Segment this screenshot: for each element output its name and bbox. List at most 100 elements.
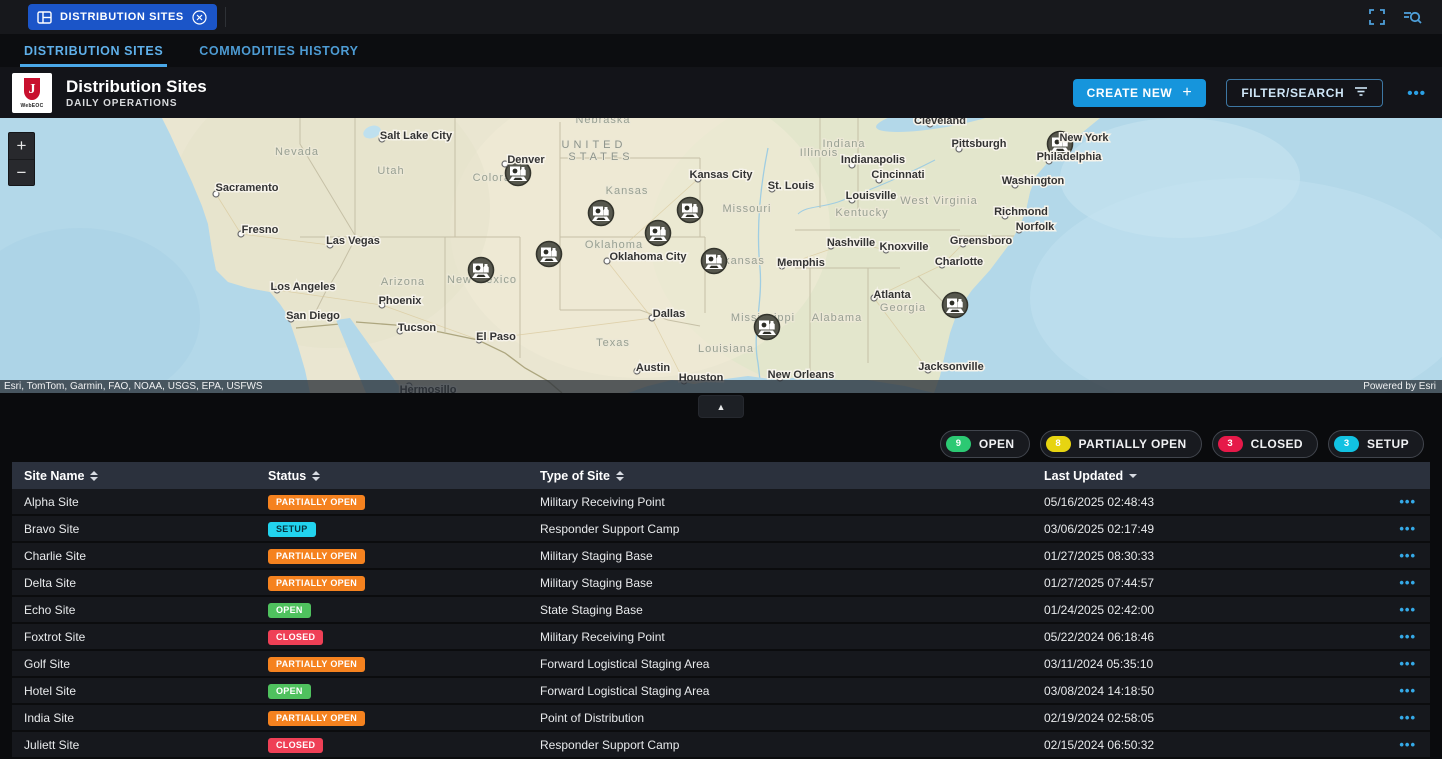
state-label: Nevada xyxy=(275,146,319,158)
last-updated-cell: 05/22/2024 06:18:46 xyxy=(1032,630,1382,644)
legend-count-badge: 3 xyxy=(1218,436,1243,452)
map-collapse-strip: ▲ xyxy=(0,393,1442,425)
search-list-icon[interactable] xyxy=(1403,9,1422,25)
status-badge: SETUP xyxy=(268,522,316,537)
table-row: Hotel SiteOPENForward Logistical Staging… xyxy=(12,678,1430,705)
page-subtitle: DAILY OPERATIONS xyxy=(66,98,207,109)
site-type-cell: Forward Logistical Staging Area xyxy=(528,684,1032,698)
row-actions-button[interactable]: ••• xyxy=(1382,494,1430,509)
column-header-last-updated[interactable]: Last Updated xyxy=(1032,469,1382,483)
city-label: Los Angeles xyxy=(271,281,336,293)
row-actions-button[interactable]: ••• xyxy=(1382,710,1430,725)
legend-label: CLOSED xyxy=(1251,437,1303,451)
more-options-button[interactable]: ••• xyxy=(1407,85,1426,102)
state-label: Nebraska xyxy=(575,118,630,126)
status-badge: OPEN xyxy=(268,603,311,618)
site-marker-icon[interactable] xyxy=(943,293,968,318)
site-type-cell: Military Staging Base xyxy=(528,549,1032,563)
fullscreen-icon[interactable] xyxy=(1369,9,1385,25)
sort-icon xyxy=(312,471,320,481)
city-label: San Diego xyxy=(286,310,340,322)
collapse-map-button[interactable]: ▲ xyxy=(698,395,744,418)
city-label: El Paso xyxy=(476,331,516,343)
legend-count-badge: 3 xyxy=(1334,436,1359,452)
city-label: Tucson xyxy=(398,322,437,334)
legend-pill-open[interactable]: 9OPEN xyxy=(940,430,1030,458)
legend-count-badge: 9 xyxy=(946,436,971,452)
city-label: Oklahoma City xyxy=(609,251,687,263)
board-header: J WebEOC Distribution Sites DAILY OPERAT… xyxy=(0,68,1442,118)
state-label: Utah xyxy=(377,165,404,177)
city-label: Fresno xyxy=(242,224,279,236)
city-label: Norfolk xyxy=(1016,221,1055,233)
state-label: Alabama xyxy=(812,312,862,324)
column-label: Site Name xyxy=(24,469,84,483)
tab-distribution-sites[interactable]: DISTRIBUTION SITES xyxy=(24,34,163,67)
site-marker-icon[interactable] xyxy=(469,258,494,283)
svg-text:J: J xyxy=(29,82,36,97)
site-marker-icon[interactable] xyxy=(755,315,780,340)
site-name-cell: Bravo Site xyxy=(12,522,256,536)
row-actions-button[interactable]: ••• xyxy=(1382,737,1430,752)
city-label: Sacramento xyxy=(216,182,279,194)
table-row: Echo SiteOPENState Staging Base01/24/202… xyxy=(12,597,1430,624)
sort-icon xyxy=(616,471,624,481)
city-label: St. Louis xyxy=(768,180,814,192)
city-label: Kansas City xyxy=(690,169,754,181)
row-actions-button[interactable]: ••• xyxy=(1382,629,1430,644)
site-name-cell: Foxtrot Site xyxy=(12,630,256,644)
site-marker-icon[interactable] xyxy=(702,249,727,274)
board-chip-distribution-sites[interactable]: DISTRIBUTION SITES xyxy=(28,4,217,30)
filter-search-button[interactable]: FILTER/SEARCH xyxy=(1226,79,1383,107)
last-updated-cell: 03/11/2024 05:35:10 xyxy=(1032,657,1382,671)
site-marker-icon[interactable] xyxy=(646,221,671,246)
site-marker-icon[interactable] xyxy=(678,198,703,223)
sites-table: Site NameStatusType of SiteLast Updated … xyxy=(12,462,1430,759)
site-name-cell: Golf Site xyxy=(12,657,256,671)
state-label: Arizona xyxy=(381,276,425,288)
city-label: Pittsburgh xyxy=(952,138,1007,150)
site-name-cell: India Site xyxy=(12,711,256,725)
table-row: Alpha SitePARTIALLY OPENMilitary Receivi… xyxy=(12,489,1430,516)
map-panel[interactable]: NevadaUtahColoradoNebraskaKansasMissouri… xyxy=(0,118,1442,393)
city-label: Philadelphia xyxy=(1037,151,1103,163)
logo-text: WebEOC xyxy=(20,103,43,109)
row-actions-button[interactable]: ••• xyxy=(1382,575,1430,590)
state-label: Indiana xyxy=(822,138,865,150)
row-actions-button[interactable]: ••• xyxy=(1382,602,1430,617)
panel-layout-icon xyxy=(37,11,52,24)
table-row: Golf SitePARTIALLY OPENForward Logistica… xyxy=(12,651,1430,678)
state-label: Missouri xyxy=(723,203,772,215)
state-label: Kentucky xyxy=(835,207,888,219)
column-header-status[interactable]: Status xyxy=(256,469,528,483)
site-marker-icon[interactable] xyxy=(589,201,614,226)
status-badge: PARTIALLY OPEN xyxy=(268,495,365,510)
create-new-button[interactable]: CREATE NEW + xyxy=(1073,79,1207,107)
app-window: DISTRIBUTION SITES DISTRIBUTION SITES CO… xyxy=(0,0,1442,759)
city-label: Salt Lake City xyxy=(380,130,453,142)
tab-commodities-history[interactable]: COMMODITIES HISTORY xyxy=(199,34,358,67)
close-icon[interactable] xyxy=(192,10,207,25)
legend-pill-closed[interactable]: 3 CLOSED xyxy=(1212,430,1318,458)
map-attribution: Esri, TomTom, Garmin, FAO, NOAA, USGS, E… xyxy=(4,380,263,393)
table-row: Delta SitePARTIALLY OPENMilitary Staging… xyxy=(12,570,1430,597)
board-chip-label: DISTRIBUTION SITES xyxy=(60,11,184,23)
zoom-in-button[interactable]: + xyxy=(9,133,34,159)
row-actions-button[interactable]: ••• xyxy=(1382,683,1430,698)
row-actions-button[interactable]: ••• xyxy=(1382,548,1430,563)
city-label: Washington xyxy=(1002,175,1065,187)
site-name-cell: Delta Site xyxy=(12,576,256,590)
row-actions-button[interactable]: ••• xyxy=(1382,521,1430,536)
city-label: Jacksonville xyxy=(918,361,983,373)
map-attribution-bar: Esri, TomTom, Garmin, FAO, NOAA, USGS, E… xyxy=(0,380,1442,393)
state-label: Oklahoma xyxy=(585,239,643,251)
row-actions-button[interactable]: ••• xyxy=(1382,656,1430,671)
site-marker-icon[interactable] xyxy=(537,242,562,267)
legend-pill-setup[interactable]: 3SETUP xyxy=(1328,430,1424,458)
column-header-type-of-site[interactable]: Type of Site xyxy=(528,469,1032,483)
filter-icon xyxy=(1354,86,1368,100)
zoom-out-button[interactable]: − xyxy=(9,159,34,185)
legend-count-badge: 8 xyxy=(1046,436,1071,452)
column-header-site-name[interactable]: Site Name xyxy=(12,469,256,483)
legend-pill-partially-open[interactable]: 8PARTIALLY OPEN xyxy=(1040,430,1202,458)
